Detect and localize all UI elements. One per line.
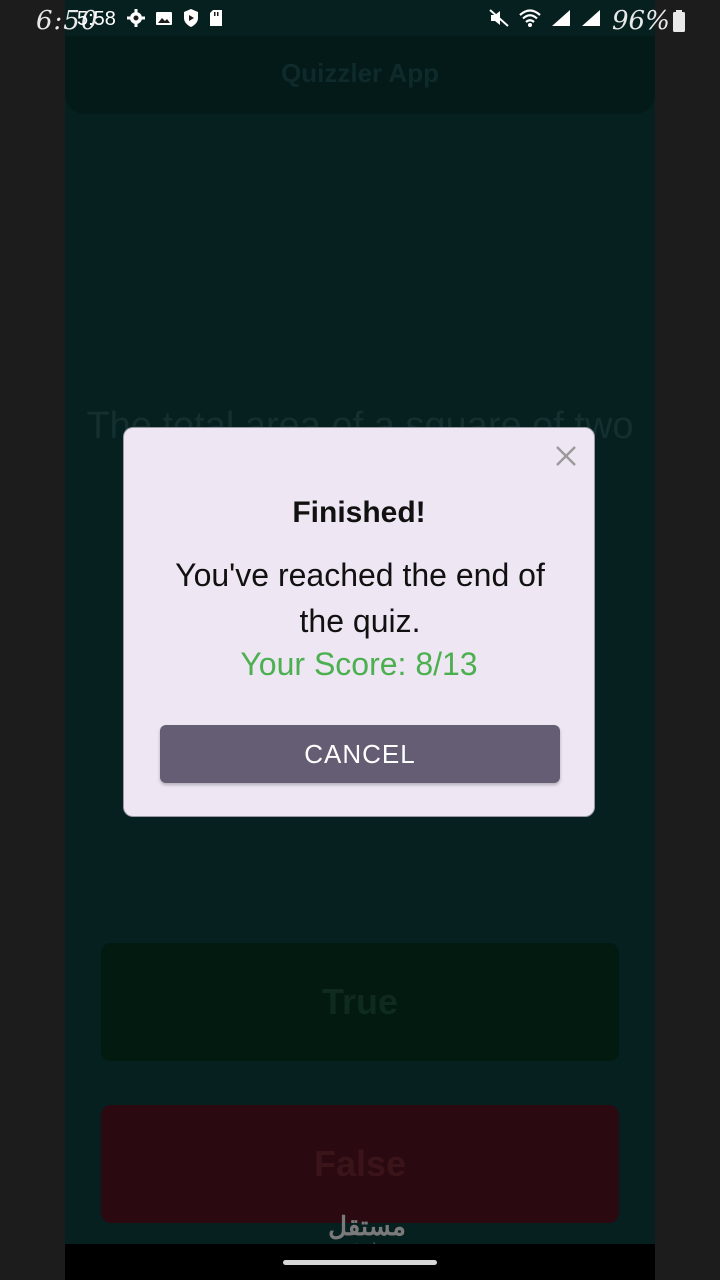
dialog-title: Finished! xyxy=(292,496,426,529)
wifi-icon xyxy=(519,9,541,27)
dialog-message: You've reached the end of the quiz. xyxy=(175,557,545,639)
true-button[interactable]: True xyxy=(101,943,619,1061)
true-button-label: True xyxy=(321,981,399,1022)
mute-icon xyxy=(489,9,509,27)
signal-icon-1 xyxy=(552,10,570,26)
sd-card-icon xyxy=(210,10,222,26)
watermark-arabic: مستقل xyxy=(328,1211,406,1241)
app-title: Quizzler App xyxy=(281,57,439,88)
close-icon[interactable] xyxy=(552,442,580,470)
home-handle[interactable] xyxy=(283,1260,437,1265)
navigation-bar xyxy=(65,1244,655,1280)
battery-icon xyxy=(673,10,685,32)
handwritten-battery: 96% xyxy=(612,6,670,36)
status-time: 5:58 xyxy=(77,8,116,30)
signal-icon-2 xyxy=(582,10,600,26)
gallery-icon xyxy=(156,12,172,25)
cancel-button[interactable]: CANCEL xyxy=(160,725,560,783)
notification-icons xyxy=(126,8,224,28)
app-bar: Quizzler App xyxy=(65,36,655,114)
false-button[interactable]: False xyxy=(101,1105,619,1223)
shield-icon xyxy=(184,9,198,27)
quiz-finished-dialog: Finished! You've reached the end of the … xyxy=(123,427,595,817)
system-icons xyxy=(488,8,602,28)
score-text: Your Score: 8/13 xyxy=(240,646,478,682)
status-bar: 6:50 5:58 96% xyxy=(0,0,720,44)
false-button-label: False xyxy=(313,1143,407,1184)
gear-icon xyxy=(127,9,145,27)
